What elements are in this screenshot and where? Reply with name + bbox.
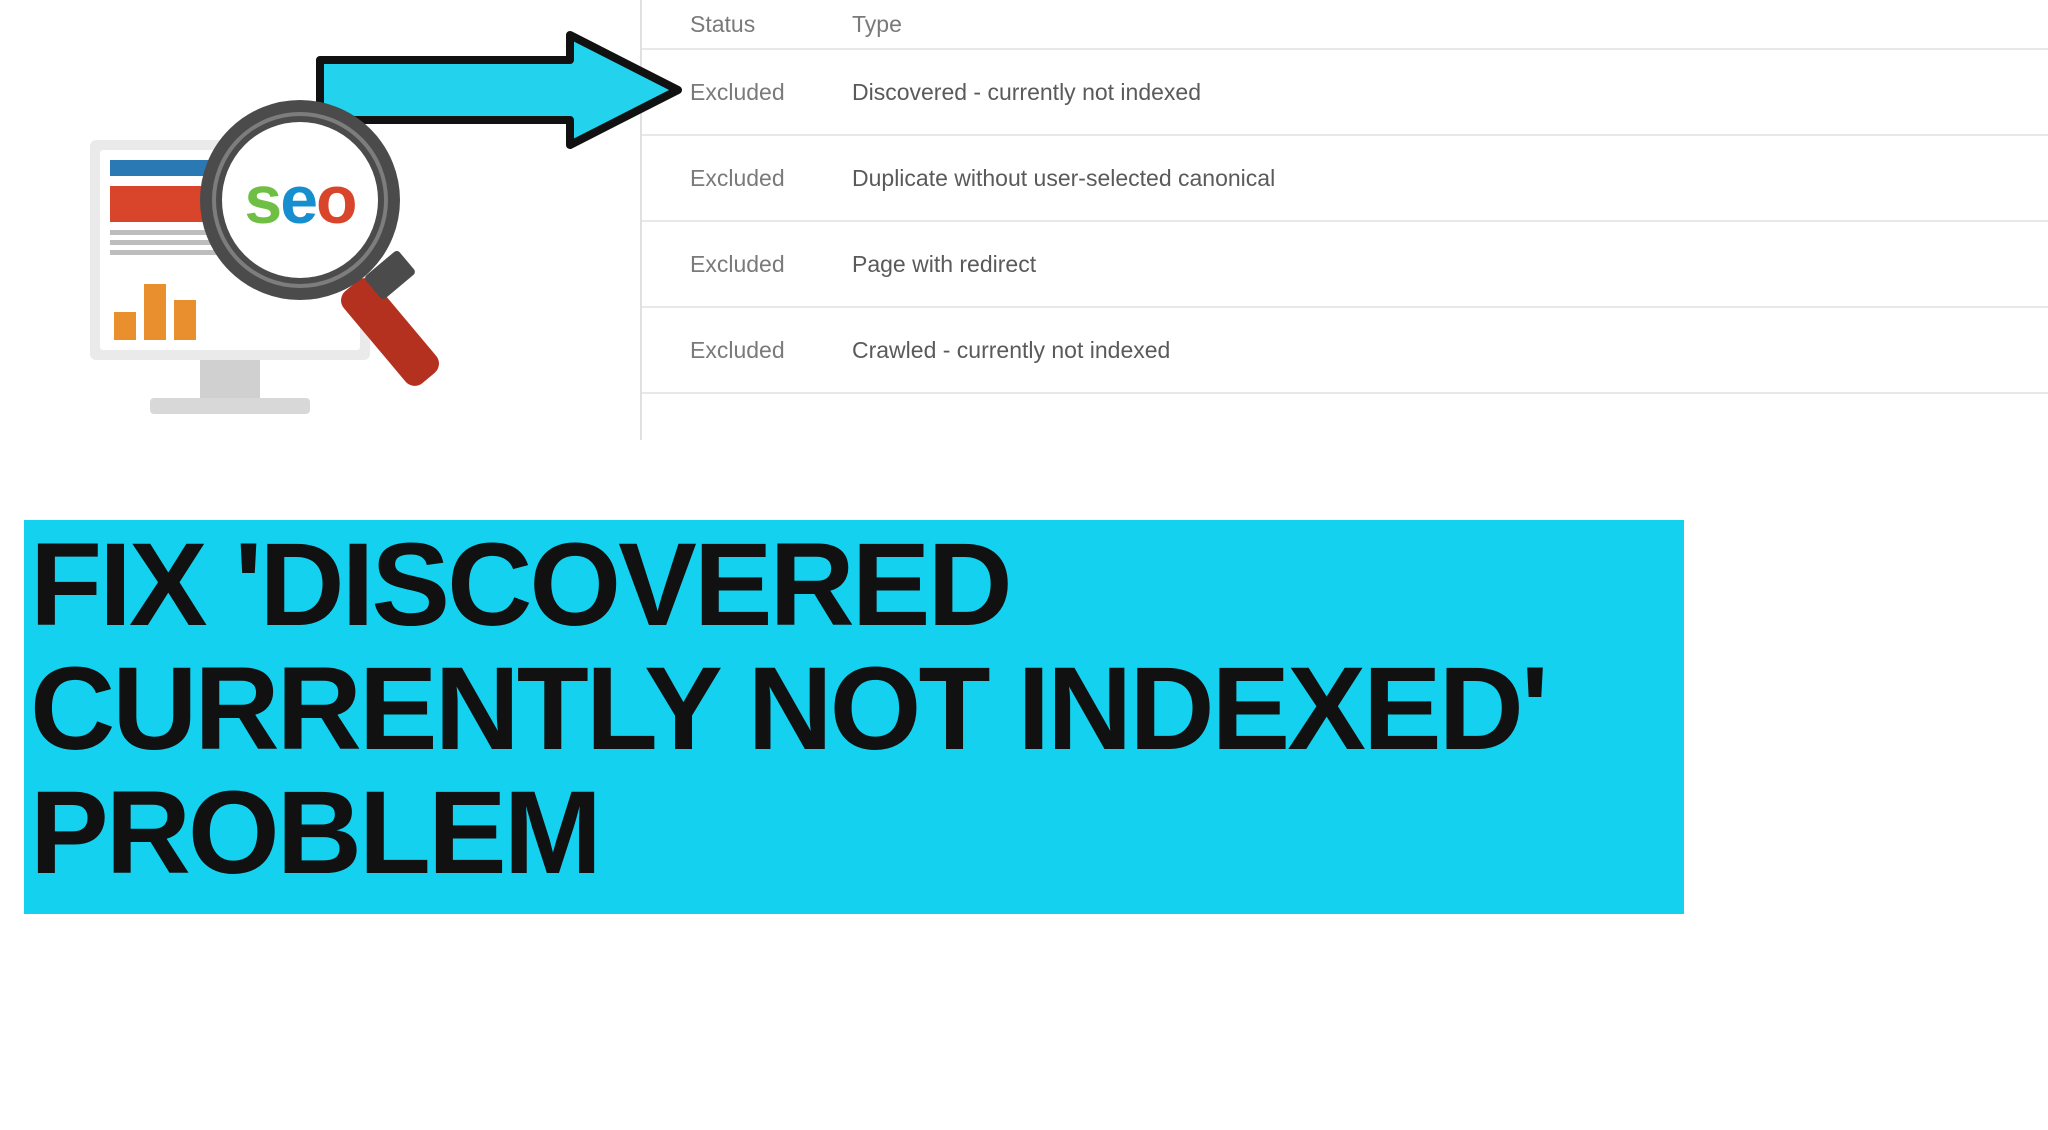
seo-letter-e: e [280,162,316,238]
table-row[interactable]: Excluded Page with redirect [642,222,2048,308]
screen-bar-chart [114,284,196,340]
monitor-base [150,398,310,414]
seo-illustration: seo [90,110,430,450]
type-cell: Discovered - currently not indexed [852,79,2048,106]
magnifier-lens: seo [200,100,400,300]
type-cell: Page with redirect [852,251,2048,278]
status-cell: Excluded [642,165,852,192]
coverage-header-row: Status Type [642,0,2048,50]
table-row[interactable]: Excluded Crawled - currently not indexed [642,308,2048,394]
column-header-type: Type [852,11,2048,38]
type-cell: Duplicate without user-selected canonica… [852,165,2048,192]
seo-letter-s: s [244,162,280,238]
headline-text: FIX 'DISCOVERED CURRENTLY NOT INDEXED' P… [30,524,1678,896]
table-row[interactable]: Excluded Discovered - currently not inde… [642,50,2048,136]
headline-banner: FIX 'DISCOVERED CURRENTLY NOT INDEXED' P… [24,520,1684,914]
table-row[interactable]: Excluded Duplicate without user-selected… [642,136,2048,222]
table-row-cutoff [642,394,2048,434]
coverage-panel: Status Type Excluded Discovered - curren… [640,0,2048,440]
status-cell: Excluded [642,337,852,364]
monitor-stand [200,360,260,400]
type-cell: Crawled - currently not indexed [852,337,2048,364]
seo-logo-text: seo [244,161,355,239]
seo-letter-o: o [316,162,356,238]
status-cell: Excluded [642,251,852,278]
magnifying-glass-icon: seo [200,100,400,300]
